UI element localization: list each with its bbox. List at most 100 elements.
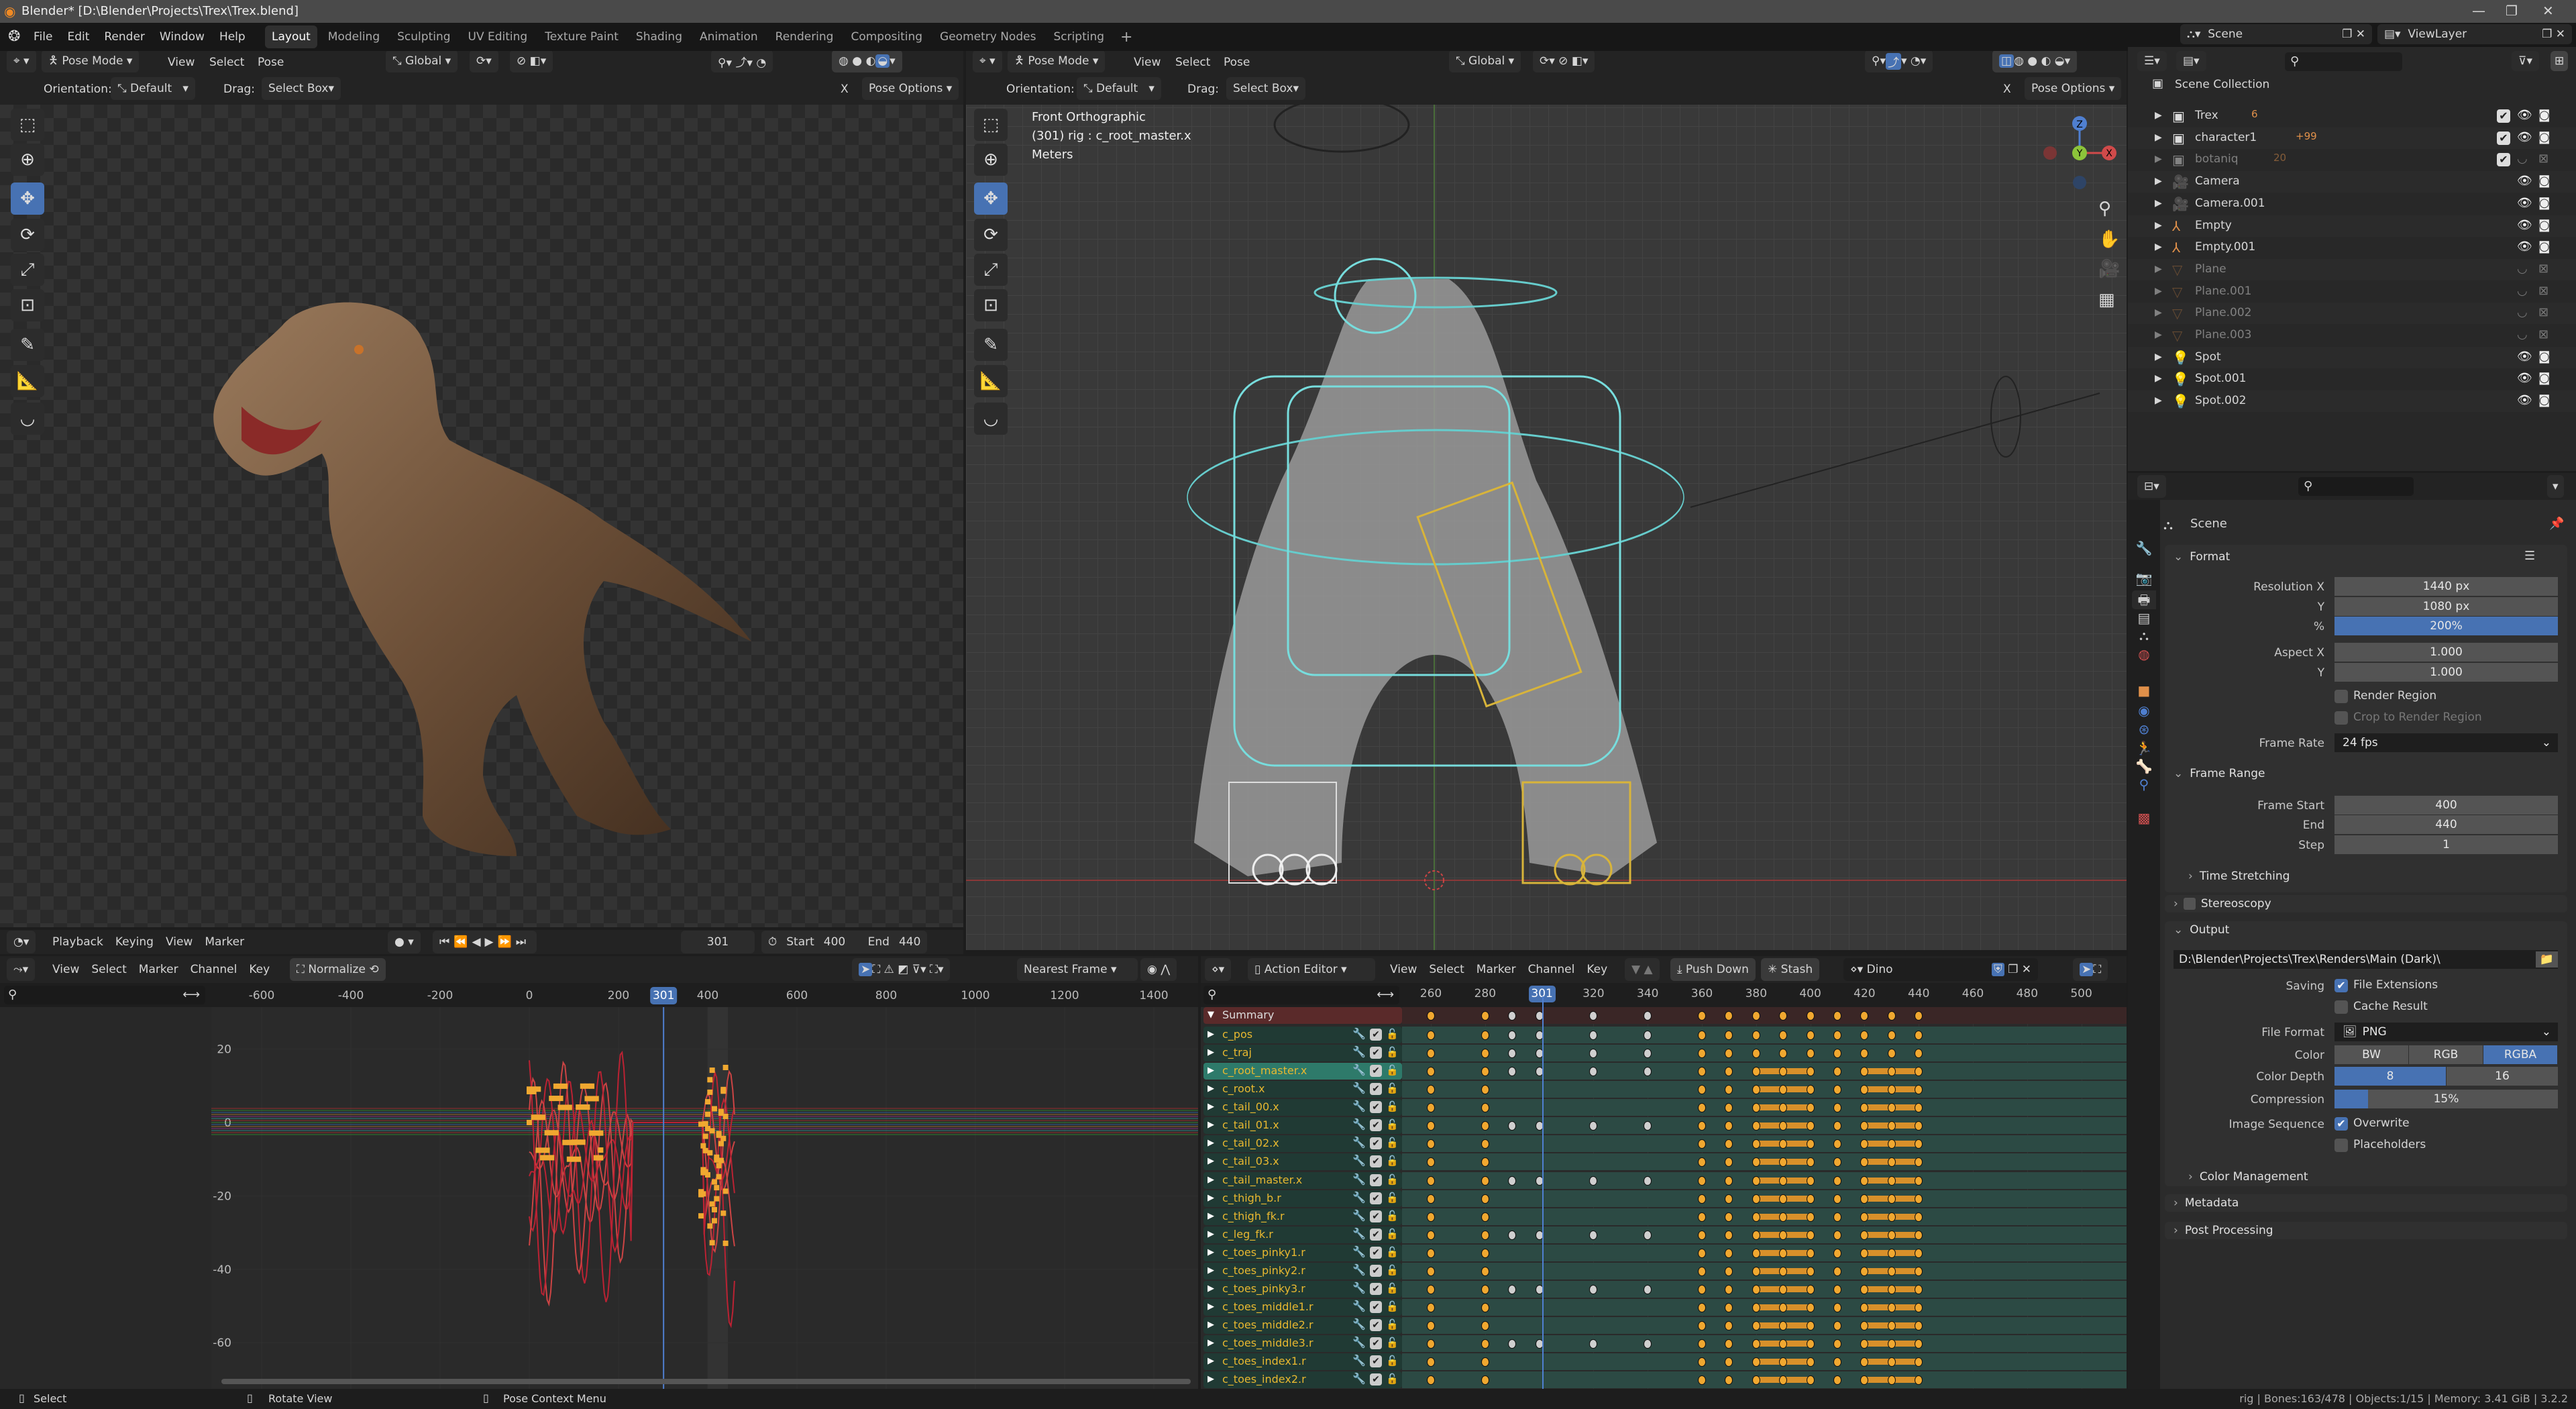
camera-view-icon[interactable]: 🎥 (2098, 260, 2120, 278)
outliner-item-spot[interactable]: ▶ 💡 Spot 👁 ◙ (2128, 346, 2576, 368)
mute-checkbox[interactable]: ✔ (1370, 1083, 1382, 1096)
eye-icon[interactable]: 👁 (2517, 131, 2532, 144)
modifier-wrench-icon[interactable]: 🔧 (1352, 1119, 1366, 1130)
outliner-item-spot-001[interactable]: ▶ 💡 Spot.001 👁 ◙ (2128, 368, 2576, 390)
keyframe[interactable] (1887, 1230, 1896, 1240)
resolution-y-field[interactable]: 1080 px (2334, 597, 2558, 616)
mute-checkbox[interactable]: ✔ (1370, 1065, 1382, 1078)
eye-icon[interactable]: 👁 (2517, 350, 2532, 363)
channel-label-cell[interactable]: ▶ c_toes_middle1.r 🔧 ✔ 🔓 (1203, 1298, 1402, 1316)
swap-icon[interactable]: ⟷ (1377, 988, 1394, 1002)
start-frame-value[interactable]: 400 (824, 935, 845, 949)
keyframe[interactable] (1887, 1176, 1896, 1186)
editor-type-button[interactable]: ⌖ ▾ (7, 51, 36, 72)
editor-type-button[interactable]: ⤳▾ (7, 958, 36, 981)
render-camera-icon[interactable]: ◙ (2538, 372, 2550, 384)
filter-dropdown[interactable]: ⊽▾ (2512, 51, 2539, 71)
render-camera-icon[interactable]: ◙ (2538, 219, 2550, 231)
exclude-checkbox[interactable]: ✔ (2497, 153, 2510, 167)
display-mode-dropdown[interactable]: ☰▾ (2137, 51, 2167, 71)
menu-view[interactable]: View (168, 56, 195, 69)
keyframe[interactable] (1833, 1266, 1841, 1276)
tab-geometry-nodes[interactable]: Geometry Nodes (933, 25, 1042, 48)
channel-row[interactable]: ▶ c_tail_03.x 🔧 ✔ 🔓 (1201, 1153, 2127, 1171)
channel-row[interactable]: ▶ c_tail_01.x 🔧 ✔ 🔓 (1201, 1117, 2127, 1135)
channel-row[interactable]: ▶ c_toes_pinky1.r 🔧 ✔ 🔓 (1201, 1244, 2127, 1261)
mute-checkbox[interactable]: ✔ (1370, 1319, 1382, 1332)
expand-arrow-icon[interactable]: ▶ (2155, 176, 2162, 186)
eye-icon[interactable]: 👁 (2517, 175, 2532, 187)
expand-arrow-icon[interactable]: ▶ (1208, 1066, 1214, 1075)
expand-arrow-icon[interactable]: ▶ (2155, 221, 2162, 230)
mirror-x-toggle[interactable]: X (841, 83, 849, 96)
keyframe[interactable] (1481, 1248, 1489, 1258)
keyframe[interactable] (1427, 1321, 1435, 1331)
color-mode-rgb[interactable]: RGB (2409, 1045, 2483, 1064)
keyframe[interactable] (1833, 1031, 1841, 1041)
keyframe[interactable] (1887, 1302, 1896, 1312)
snap-dropdown[interactable]: Nearest Frame ▾ (1017, 958, 1138, 981)
channel-label-cell[interactable]: ▶ c_toes_index1.r 🔧 ✔ 🔓 (1203, 1353, 1402, 1371)
keyframe[interactable] (1887, 1248, 1896, 1258)
keyframe[interactable] (1833, 1194, 1841, 1204)
keyframe[interactable] (1806, 1049, 1815, 1059)
keyframe[interactable] (1481, 1230, 1489, 1240)
render-camera-icon[interactable]: ⊠ (2538, 307, 2548, 319)
push-down-button[interactable]: ⤓ Push Down (1670, 958, 1756, 981)
keyframe[interactable] (1698, 1176, 1706, 1186)
mode-dropdown[interactable]: 🯅 Pose Mode ▾ (1008, 51, 1106, 72)
modifier-wrench-icon[interactable]: 🔧 (1352, 1065, 1366, 1076)
keyframe[interactable] (1833, 1230, 1841, 1240)
tab-layout[interactable]: Layout (265, 25, 317, 48)
mute-checkbox[interactable]: ✔ (1370, 1246, 1382, 1259)
render-camera-icon[interactable]: ◙ (2538, 395, 2550, 407)
keyframe[interactable] (1427, 1230, 1435, 1240)
resolution-x-field[interactable]: 1440 px (2334, 577, 2558, 596)
keyframe[interactable] (1481, 1357, 1489, 1367)
keyframe[interactable] (1860, 1176, 1869, 1186)
keyframe[interactable] (1779, 1176, 1788, 1186)
keyframe[interactable] (1752, 1302, 1760, 1312)
keyframe[interactable] (1481, 1085, 1489, 1095)
keyframe[interactable] (1752, 1339, 1760, 1349)
channel-label-cell[interactable]: ▶ c_root.x 🔧 ✔ 🔓 (1203, 1081, 1402, 1098)
expand-arrow-icon[interactable]: ▶ (1208, 1157, 1214, 1165)
channel-row[interactable]: ▶ c_tail_master.x 🔧 ✔ 🔓 (1201, 1171, 2127, 1189)
graph-editor[interactable]: ⤳▾ View Select Marker Channel Key ⛶ Normaliz… (0, 956, 1198, 1389)
keyframe[interactable] (1508, 1230, 1517, 1240)
overlay-toggles[interactable]: ⚲▾ ⤴ ▾ ◔▾ (1865, 51, 1933, 72)
hidden-icon[interactable]: ◡ (2517, 153, 2528, 165)
hidden-icon[interactable]: ◡ (2517, 284, 2528, 297)
menu-pose[interactable]: Pose (258, 56, 284, 69)
frame-range-fields[interactable]: ⏱ Start 400 End 440 (761, 931, 928, 953)
keyframe[interactable] (1427, 1049, 1435, 1059)
graph-curves[interactable]: -600 -400 -200 0 200 301 400 600 800 1000 1200 1400… (0, 983, 1198, 1389)
keyframe[interactable] (1806, 1176, 1815, 1186)
color-management-subpanel[interactable]: › Color Management (2188, 1170, 2308, 1184)
keyframe[interactable] (1833, 1284, 1841, 1294)
new-collection-button[interactable]: ⊞ (2551, 51, 2569, 71)
keyframe[interactable] (1481, 1302, 1489, 1312)
expand-arrow-icon[interactable]: ▶ (2155, 111, 2162, 120)
scale-icon[interactable]: ⤢ (11, 254, 44, 286)
eye-icon[interactable]: 👁 (2517, 219, 2532, 231)
transform-icon[interactable]: ⊡ (11, 289, 44, 321)
lock-icon[interactable]: 🔓 (1386, 1065, 1399, 1076)
keyframe[interactable] (1752, 1031, 1760, 1041)
proportional-toggle[interactable]: ◉ ⋀ (1140, 958, 1177, 981)
file-format-dropdown[interactable]: 🖼 PNG ⌄ (2334, 1023, 2558, 1041)
modifier-wrench-icon[interactable]: 🔧 (1352, 1101, 1366, 1112)
ortho-grid-icon[interactable]: ▦ (2098, 291, 2115, 309)
channel-label-cell[interactable]: ▶ c_tail_02.x 🔧 ✔ 🔓 (1203, 1135, 1402, 1153)
keyframe[interactable] (1427, 1302, 1435, 1312)
keyframe[interactable] (1698, 1302, 1706, 1312)
expand-arrow-icon[interactable]: ▶ (1208, 1194, 1214, 1202)
keyframe[interactable] (1887, 1212, 1896, 1222)
menu-marker[interactable]: Marker (1477, 963, 1516, 976)
keyframe[interactable] (1481, 1067, 1489, 1077)
outliner-item-spot-002[interactable]: ▶ 💡 Spot.002 👁 ◙ (2128, 390, 2576, 413)
keyframe[interactable] (1427, 1248, 1435, 1258)
keyframe[interactable] (1752, 1067, 1760, 1077)
keyframe[interactable] (1915, 1212, 1923, 1222)
presets-icon[interactable]: ☰ (2524, 550, 2535, 562)
